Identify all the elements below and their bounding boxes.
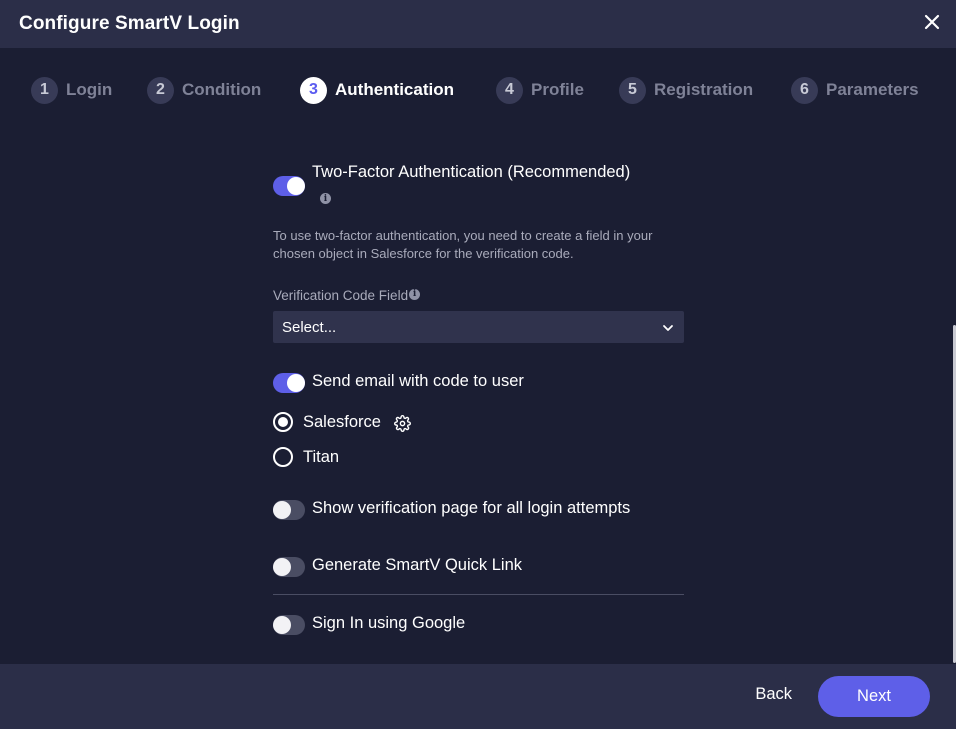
- radio-salesforce[interactable]: [273, 412, 293, 432]
- authentication-form: Two-Factor Authentication (Recommended) …: [273, 0, 684, 660]
- two-factor-help-text: To use two-factor authentication, you ne…: [273, 228, 653, 261]
- select-value: Select...: [282, 318, 337, 336]
- back-button[interactable]: Back: [755, 685, 792, 704]
- google-sign-in-toggle[interactable]: [273, 615, 305, 635]
- info-icon[interactable]: i: [409, 288, 421, 300]
- next-button[interactable]: Next: [818, 676, 930, 717]
- step-label: Parameters: [826, 80, 919, 99]
- radio-titan[interactable]: [273, 447, 293, 467]
- divider: [273, 594, 684, 595]
- verification-field-label-text: Verification Code Field: [273, 288, 409, 303]
- two-factor-toggle[interactable]: [273, 176, 305, 196]
- step-number: 2: [147, 76, 174, 104]
- step-number: 6: [791, 76, 818, 104]
- toggle-knob: [273, 616, 291, 634]
- toggle-knob: [273, 558, 291, 576]
- step-parameters[interactable]: 6 Parameters: [791, 76, 919, 104]
- step-number: 1: [31, 76, 58, 104]
- toggle-knob: [273, 501, 291, 519]
- quick-link-label: Generate SmartV Quick Link: [312, 556, 523, 574]
- dialog-title: Configure SmartV Login: [19, 13, 240, 34]
- step-label: Condition: [182, 80, 262, 99]
- step-login[interactable]: 1 Login: [31, 76, 112, 104]
- toggle-knob: [287, 374, 305, 392]
- two-factor-label: Two-Factor Authentication (Recommended): [312, 163, 631, 181]
- info-icon[interactable]: i: [320, 193, 331, 204]
- verification-field-label: Verification Code Field i: [273, 288, 421, 303]
- show-verification-toggle[interactable]: [273, 500, 305, 520]
- step-condition[interactable]: 2 Condition: [147, 76, 261, 104]
- salesforce-label: Salesforce: [303, 413, 381, 431]
- step-label: Login: [66, 80, 113, 99]
- send-email-label: Send email with code to user: [312, 372, 524, 390]
- gear-icon[interactable]: [394, 415, 411, 437]
- close-icon[interactable]: [920, 10, 944, 34]
- chevron-down-icon: [662, 321, 674, 338]
- google-sign-in-label: Sign In using Google: [312, 614, 466, 632]
- show-verification-label: Show verification page for all login att…: [312, 499, 631, 517]
- toggle-knob: [287, 177, 305, 195]
- dialog-footer: Back Next: [0, 664, 956, 729]
- send-email-toggle[interactable]: [273, 373, 305, 393]
- titan-label: Titan: [303, 448, 340, 466]
- verification-field-select[interactable]: Select...: [273, 311, 684, 343]
- quick-link-toggle[interactable]: [273, 557, 305, 577]
